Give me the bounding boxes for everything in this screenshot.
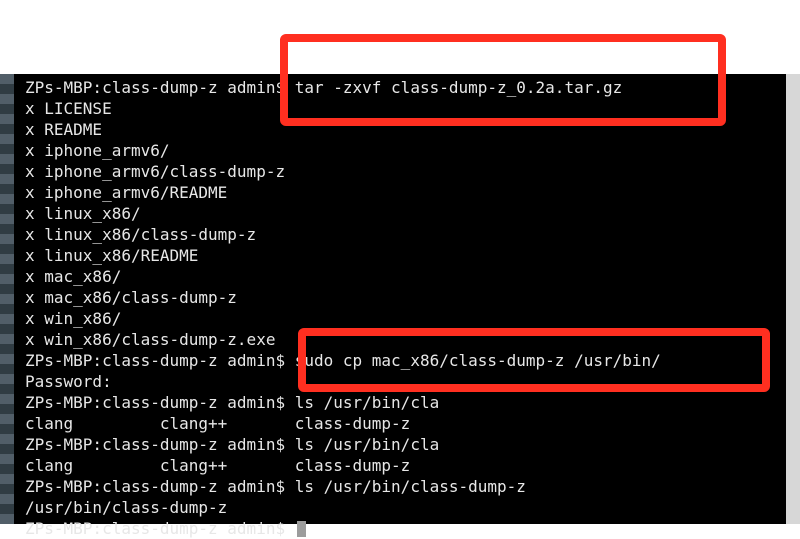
terminal-prompt-line[interactable]: ZPs-MBP:class-dump-z admin$ [25,518,306,539]
terminal-line: ZPs-MBP:class-dump-z admin$ ls /usr/bin/… [25,393,440,412]
terminal-line: x LICENSE [25,99,112,118]
terminal-line: x win_x86/ [25,309,122,328]
terminal-line: ZPs-MBP:class-dump-z admin$ ls /usr/bin/… [25,435,440,454]
terminal-line: clang clang++ class-dump-z [25,456,411,475]
highlight-box-tar-command [280,34,726,126]
terminal-line: x mac_x86/ [25,267,122,286]
terminal-line: x linux_x86/README [25,246,199,265]
terminal-line: x README [25,120,103,139]
terminal-line: x linux_x86/class-dump-z [25,225,257,244]
terminal-line: /usr/bin/class-dump-z [25,498,228,517]
terminal-line: x iphone_armv6/class-dump-z [25,162,286,181]
terminal-line: x win_x86/class-dump-z.exe [25,330,276,349]
right-scrollbar[interactable] [786,74,800,524]
terminal-line: clang clang++ class-dump-z [25,414,411,433]
highlight-box-copy-command [298,328,770,392]
terminal-line: ZPs-MBP:class-dump-z admin$ ls /usr/bin/… [25,477,526,496]
terminal-line: x linux_x86/ [25,204,141,223]
terminal-line: x iphone_armv6/ [25,141,170,160]
terminal-line: Password: [25,372,112,391]
terminal-prompt: ZPs-MBP:class-dump-z admin$ [25,519,295,538]
terminal-line: x iphone_armv6/README [25,183,228,202]
left-edge-strip [0,74,14,524]
cursor [296,521,306,537]
terminal-line: x mac_x86/class-dump-z [25,288,237,307]
